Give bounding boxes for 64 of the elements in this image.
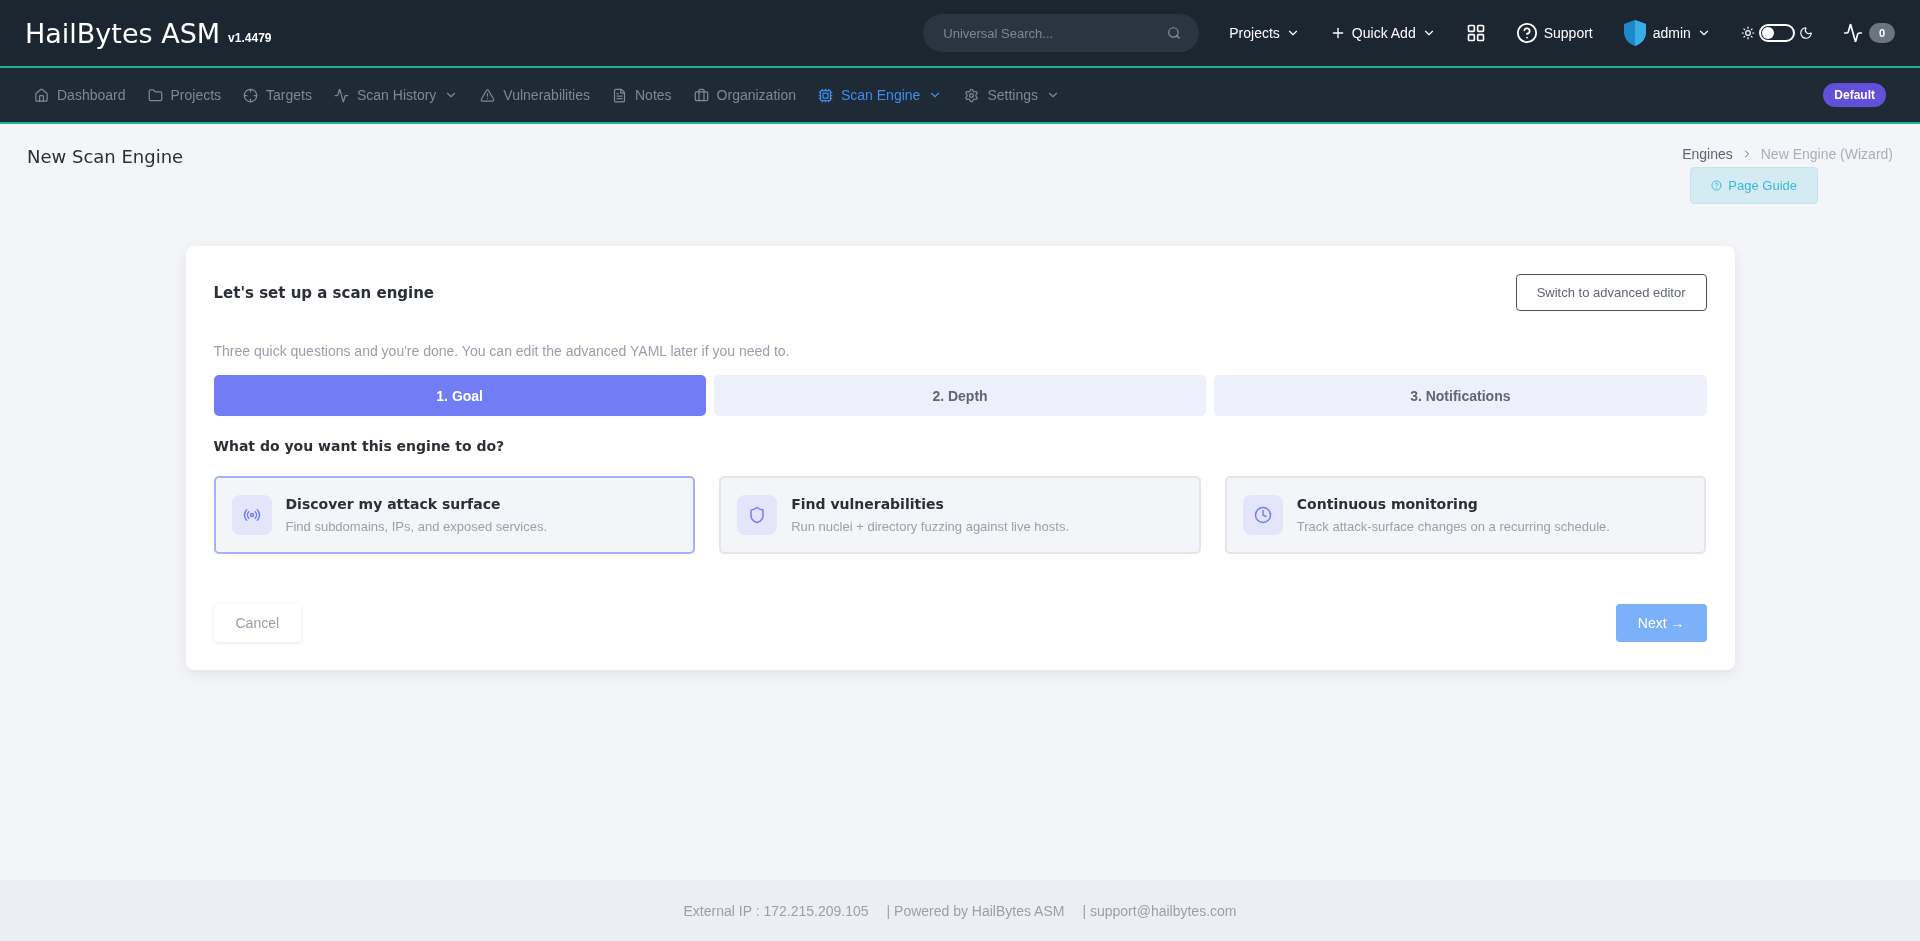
nav-item[interactable]: Targets xyxy=(243,87,312,103)
option-title: Discover my attack surface xyxy=(285,496,502,512)
grid-icon xyxy=(1465,23,1486,43)
advanced-editor-button[interactable]: Switch to advanced editor xyxy=(1515,274,1707,311)
support-link[interactable]: Support xyxy=(1515,22,1593,44)
goal-option[interactable]: Find vulnerabilities Run nuclei + directory fuzzing against live hosts. xyxy=(719,476,1201,554)
nav-item[interactable]: Vulnerabilities xyxy=(480,87,590,103)
goal-option[interactable]: Continuous monitoring Track attack-surface changes on a recurring schedule. xyxy=(1224,476,1707,554)
shield-avatar-icon xyxy=(1622,19,1647,47)
nav-item[interactable]: Settings xyxy=(964,87,1060,103)
nav-item[interactable]: Organization xyxy=(693,87,796,103)
card-title: Let's set up a scan engine xyxy=(213,283,435,302)
option-title: Continuous monitoring xyxy=(1296,496,1479,512)
nav-item[interactable]: Projects xyxy=(147,87,222,103)
chip-icon xyxy=(817,87,833,103)
intro-text: Three quick questions and you're done. You can edit the advanced YAML later if you need to. xyxy=(213,343,791,359)
warning-icon xyxy=(480,87,496,103)
moon-icon xyxy=(1798,26,1813,40)
footer-text: | Powered by HailBytes ASM xyxy=(886,902,1065,919)
breadcrumb: New Engine (Wizard) xyxy=(1760,146,1893,162)
quick-add-menu[interactable]: Quick Add xyxy=(1329,25,1436,41)
breadcrumb[interactable]: Engines xyxy=(1682,146,1733,162)
step-tab[interactable]: 2. Depth xyxy=(713,375,1207,416)
step-tab[interactable]: 3. Notifications xyxy=(1214,375,1707,416)
radio-signal-icon xyxy=(231,495,272,535)
footer-text: External IP : 172.215.209.105 xyxy=(683,902,869,919)
help-icon xyxy=(1711,180,1723,191)
briefcase-icon xyxy=(693,87,709,103)
search-icon xyxy=(1167,26,1182,40)
activity-button[interactable]: 0 xyxy=(1842,23,1895,43)
apps-button[interactable] xyxy=(1465,23,1486,43)
help-icon xyxy=(1515,22,1538,44)
folder-icon xyxy=(147,87,163,103)
theme-toggle[interactable] xyxy=(1758,24,1795,42)
nav-item[interactable]: Scan History xyxy=(334,87,459,103)
settings-icon xyxy=(964,87,980,103)
sun-icon xyxy=(1740,26,1755,40)
pulse-icon xyxy=(334,87,349,103)
crosshair-icon xyxy=(243,87,259,103)
footer-text: | support@hailbytes.com xyxy=(1082,902,1237,919)
option-description: Track attack-surface changes on a recurring schedule. xyxy=(1296,519,1610,534)
clock-icon xyxy=(1242,495,1283,535)
app-logo: HailBytes ASM xyxy=(25,17,221,49)
option-description: Run nuclei + directory fuzzing against live hosts. xyxy=(791,519,1069,534)
cancel-button[interactable]: Cancel xyxy=(213,604,302,642)
activity-count: 0 xyxy=(1868,23,1895,43)
document-icon xyxy=(612,87,627,103)
question-text: What do you want this engine to do? xyxy=(213,438,506,454)
pulse-icon xyxy=(1842,23,1863,43)
option-description: Find subdomains, IPs, and exposed services. xyxy=(285,519,548,534)
version-label: v1.4479 xyxy=(228,31,272,45)
step-tab[interactable]: 1. Goal xyxy=(213,375,706,416)
nav-item[interactable]: Notes xyxy=(612,87,672,103)
projects-menu[interactable]: Projects xyxy=(1229,25,1300,41)
nav-item[interactable]: Scan Engine xyxy=(817,87,943,103)
search-field[interactable]: Universal Search... xyxy=(923,14,1200,52)
option-title: Find vulnerabilities xyxy=(791,496,945,512)
nav-item[interactable]: Dashboard xyxy=(34,87,126,103)
house-icon xyxy=(34,87,49,103)
user-menu[interactable]: admin xyxy=(1622,19,1711,47)
project-badge[interactable]: Default xyxy=(1823,83,1886,107)
goal-option[interactable]: Discover my attack surface Find subdomains, IPs, and exposed services. xyxy=(213,476,696,554)
shield-icon xyxy=(737,495,778,535)
page-title: New Scan Engine xyxy=(27,146,184,169)
